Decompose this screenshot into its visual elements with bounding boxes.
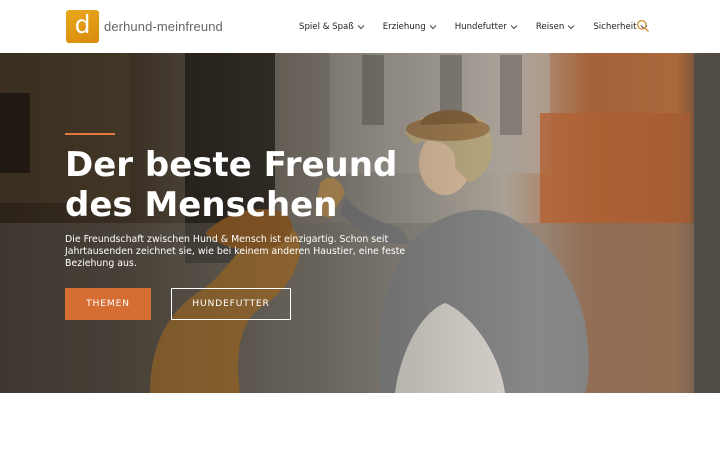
- chevron-down-icon: [510, 24, 518, 29]
- nav-item-reisen[interactable]: Reisen: [536, 22, 576, 32]
- chevron-down-icon: [357, 24, 365, 29]
- nav-item-label: Reisen: [535, 21, 565, 32]
- main-nav: Spiel & Spaß Erziehung Hundefutter Reise…: [299, 0, 666, 53]
- site-header: d derhund-meinfreund Spiel & Spaß Erzieh…: [0, 0, 720, 53]
- nav-item-hundefutter[interactable]: Hundefutter: [455, 22, 519, 32]
- hundefutter-button[interactable]: HUNDEFUTTER: [171, 288, 291, 320]
- site-logo[interactable]: d derhund-meinfreund: [66, 10, 223, 43]
- nav-item-erziehung[interactable]: Erziehung: [383, 22, 438, 32]
- logo-text: derhund-meinfreund: [104, 19, 223, 34]
- themen-button[interactable]: THEMEN: [65, 288, 151, 320]
- nav-item-label: Spiel & Spaß: [299, 21, 354, 32]
- chevron-down-icon: [429, 24, 437, 29]
- nav-item-label: Erziehung: [382, 21, 426, 32]
- nav-item-spiel-spass[interactable]: Spiel & Spaß: [299, 22, 366, 32]
- hero-title: Der beste Freund des Menschen: [65, 145, 445, 225]
- logo-mark: d: [66, 10, 99, 43]
- nav-item-label: Sicherheit: [593, 21, 637, 32]
- search-icon[interactable]: [636, 19, 650, 33]
- hero-title-line2: des Menschen: [65, 185, 338, 225]
- hero-description: Die Freundschaft zwischen Hund & Mensch …: [65, 234, 406, 269]
- hero-section: Der beste Freund des Menschen Die Freund…: [0, 53, 720, 393]
- chevron-down-icon: [567, 24, 575, 29]
- accent-line: [65, 133, 115, 135]
- hero-title-line1: Der beste Freund: [65, 145, 398, 185]
- content-area: [0, 393, 720, 450]
- nav-item-label: Hundefutter: [454, 21, 507, 32]
